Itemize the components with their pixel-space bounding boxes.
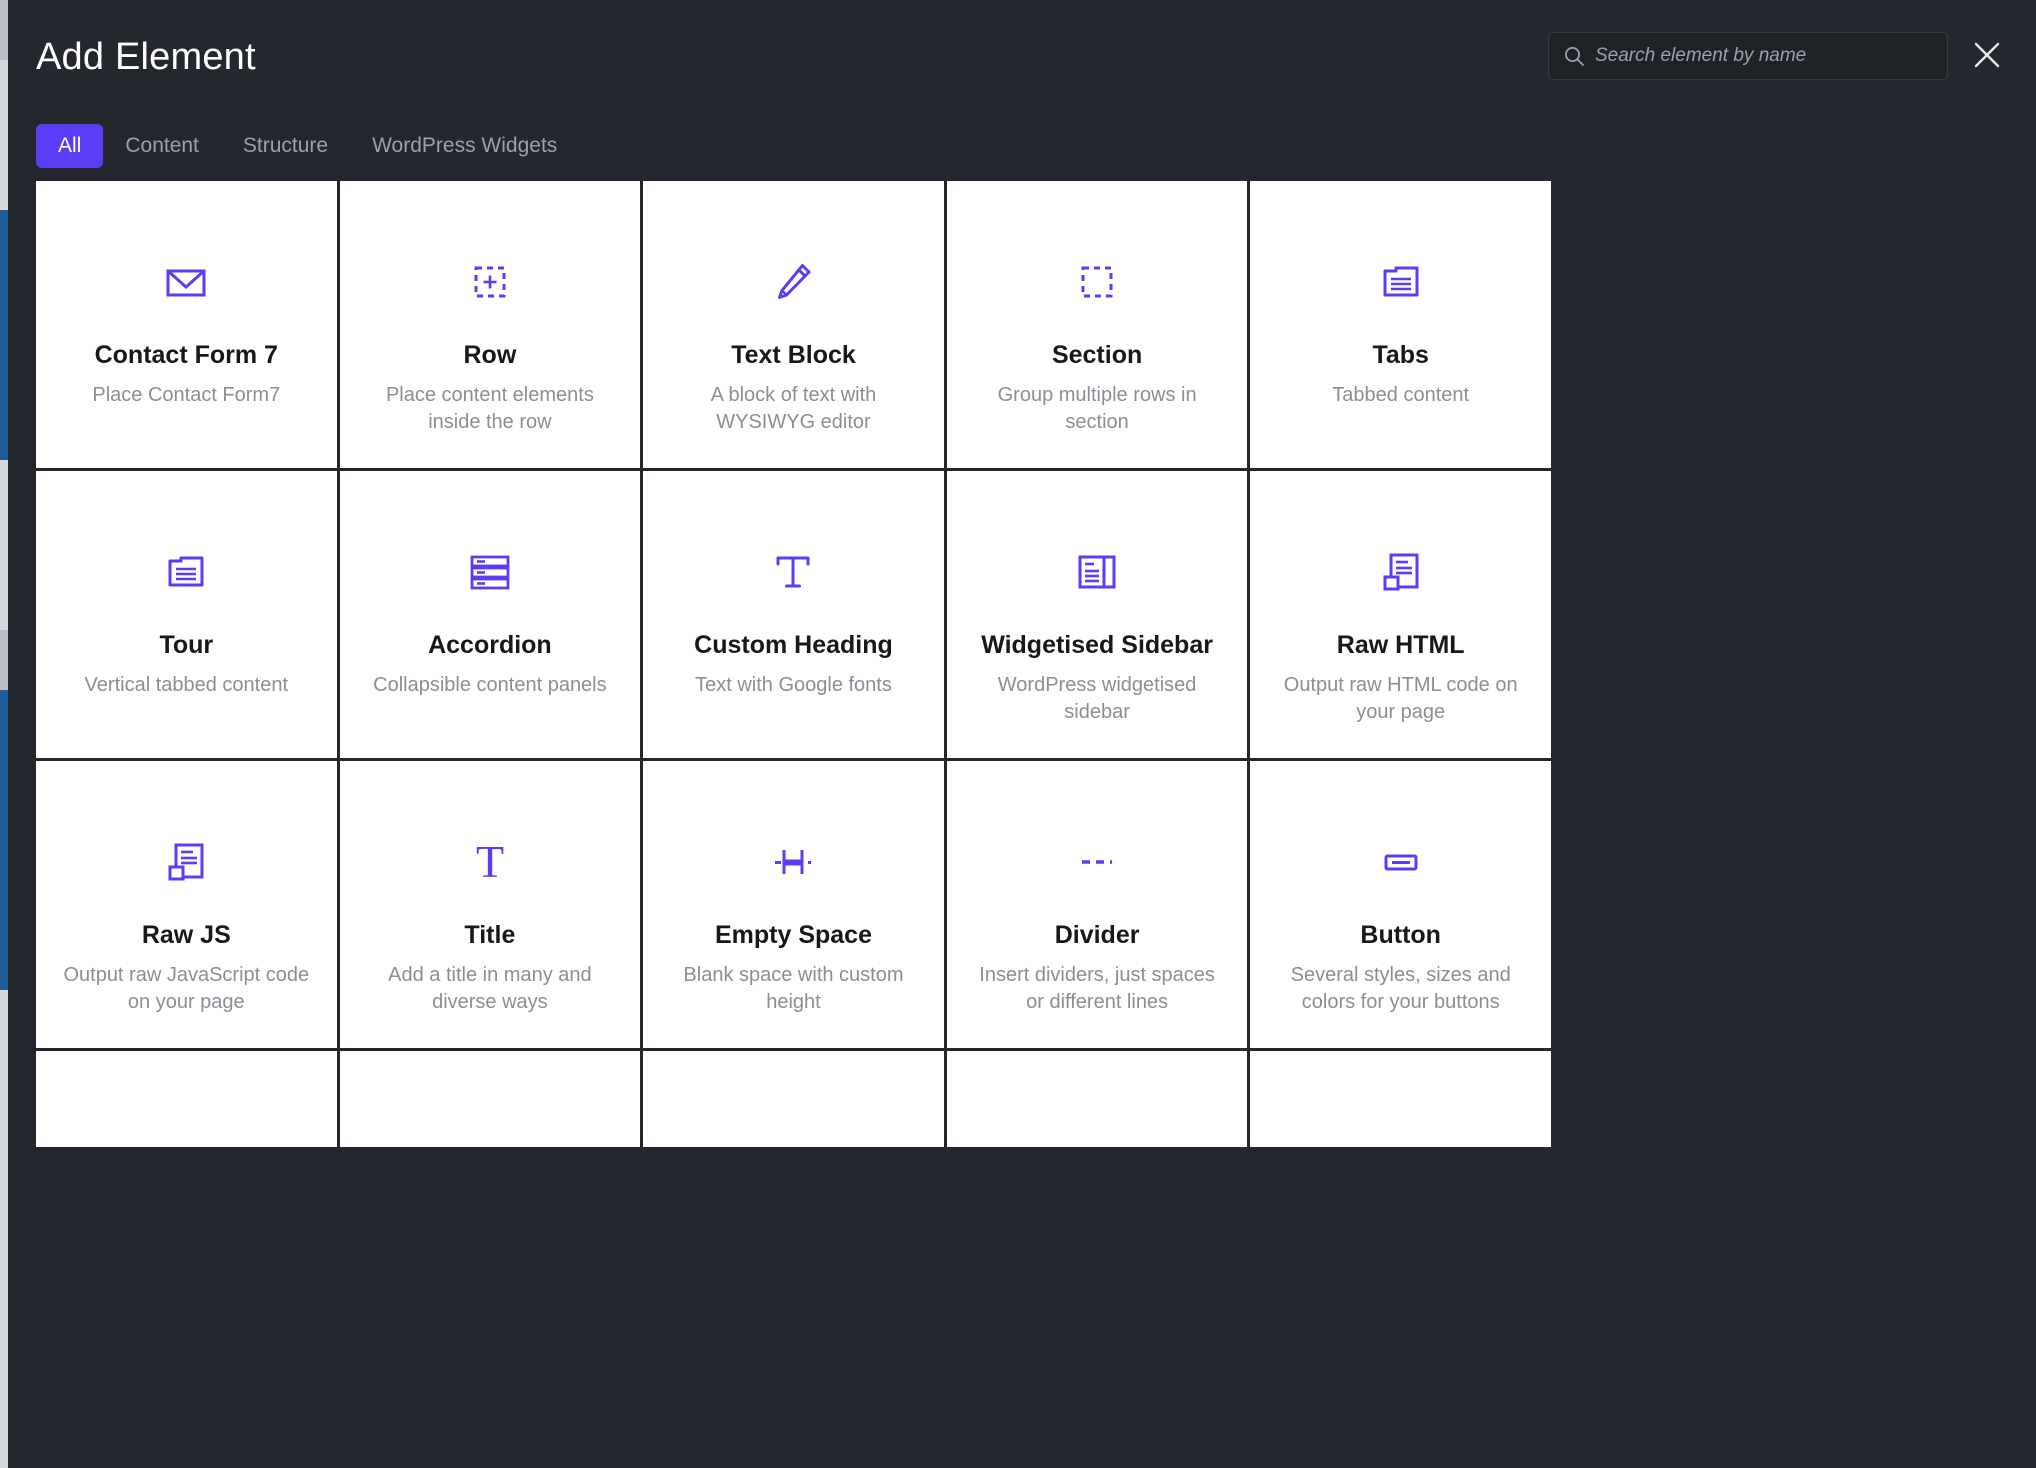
element-card-raw-js[interactable]: Raw JS Output raw JavaScript code on you… [36,761,337,1048]
search-field-wrapper[interactable] [1548,32,1948,80]
close-icon [1972,40,2002,70]
add-element-modal-screen: Add Element Search element by name All C… [0,0,2036,1468]
element-card-desc: Text with Google fonts [695,673,892,696]
serif-t-outline-icon [764,543,822,601]
element-card-desc: A block of text with WYSIWYG editor [710,383,877,433]
category-tabs: All Content Structure WordPress Widgets [36,124,579,168]
element-card-divider[interactable]: Divider Insert dividers, just spaces or … [946,761,1248,1048]
element-card-custom-heading[interactable]: Custom Heading Text with Google fonts [643,471,944,758]
tab-structure[interactable]: Structure [221,124,350,168]
button-icon [1372,833,1430,891]
element-card-tabs[interactable]: Tabs Tabbed content [1250,181,1551,468]
close-button[interactable] [1962,30,2012,80]
sliver-segment [0,630,8,690]
search-input[interactable] [1595,45,1933,67]
element-card-title: Custom Heading [694,631,893,659]
element-card-title: Tour [159,631,214,659]
element-card-tour[interactable]: Tour Vertical tabbed content [36,471,337,758]
element-card-title: Divider [1054,921,1140,949]
element-card-desc: Add a title in many and diverse ways [388,963,592,1013]
element-card-empty-space[interactable]: Empty Space Blank space with custom heig… [643,761,944,1048]
code-page-icon [157,833,215,891]
element-card-desc: Vertical tabbed content [84,673,289,696]
element-card-desc: Output raw JavaScript code on your page [63,963,310,1013]
element-card-partial[interactable] [339,1051,641,1147]
element-card-title: Empty Space [714,921,872,949]
element-card-desc: Group multiple rows in section [997,383,1197,433]
element-card-desc: Blank space with custom height [683,963,904,1013]
tabs-icon [157,543,215,601]
tabs-icon [1372,253,1430,311]
tab-wordpress-widgets[interactable]: WordPress Widgets [350,124,579,168]
sliver-segment [0,0,8,60]
modal-header: Add Element [8,0,2036,118]
dashed-square-plus-icon [461,253,519,311]
element-card-title: Text Block [731,341,856,369]
envelope-icon [157,253,215,311]
element-card-desc: Tabbed content [1332,383,1470,406]
element-card-partial[interactable] [36,1051,337,1147]
element-card-row[interactable]: Row Place content elements inside the ro… [339,181,641,468]
sliver-segment [0,990,8,1468]
element-card-desc: Collapsible content panels [373,673,607,696]
element-card-title-element[interactable]: T Title Add a title in many and diverse … [339,761,641,1048]
element-card-title: Title [464,921,516,949]
element-card-title: Widgetised Sidebar [981,631,1213,659]
sliver-segment [0,690,8,990]
element-card-title: Raw JS [141,921,231,949]
sliver-segment [0,210,8,460]
element-card-partial[interactable] [643,1051,944,1147]
sliver-segment [0,460,8,630]
search-icon [1563,45,1585,67]
code-page-icon [1372,543,1430,601]
element-card-text-block[interactable]: Text Block A block of text with WYSIWYG … [643,181,944,468]
elements-grid-container: Contact Form 7 Place Contact Form7 Row P… [36,181,1551,1464]
accordion-icon [461,543,519,601]
element-card-title: Contact Form 7 [94,341,278,369]
empty-space-icon [764,833,822,891]
element-card-title: Tabs [1372,341,1429,369]
element-card-partial[interactable] [946,1051,1248,1147]
pencil-icon [764,253,822,311]
tab-all[interactable]: All [36,124,104,168]
sliver-segment [0,60,8,210]
tab-content[interactable]: Content [103,124,221,168]
element-card-contact-form-7[interactable]: Contact Form 7 Place Contact Form7 [36,181,337,468]
element-card-title: Accordion [428,631,552,659]
element-card-accordion[interactable]: Accordion Collapsible content panels [339,471,641,758]
element-card-desc: Insert dividers, just spaces or differen… [979,963,1215,1013]
dashed-square-icon [1068,253,1126,311]
dashed-line-icon [1068,833,1126,891]
element-card-desc: Place content elements inside the row [385,383,594,433]
element-card-partial[interactable] [1250,1051,1551,1147]
page-title: Add Element [36,36,256,78]
background-page-sliver [0,0,8,1468]
modal-panel: Add Element Search element by name All C… [8,0,2036,1468]
elements-grid: Contact Form 7 Place Contact Form7 Row P… [36,181,1551,1147]
element-card-title: Raw HTML [1336,631,1465,659]
element-card-title: Button [1360,921,1441,949]
element-card-title: Section [1051,341,1143,369]
sidebar-layout-icon [1068,543,1126,601]
element-card-raw-html[interactable]: Raw HTML Output raw HTML code on your pa… [1250,471,1551,758]
element-card-button[interactable]: Button Several styles, sizes and colors … [1250,761,1551,1048]
element-card-desc: Place Contact Form7 [92,383,281,406]
element-card-desc: Several styles, sizes and colors for you… [1290,963,1511,1013]
element-card-title: Row [463,341,517,369]
element-card-desc: Output raw HTML code on your page [1283,673,1518,723]
element-card-desc: WordPress widgetised sidebar [997,673,1197,723]
element-card-widgetised-sidebar[interactable]: Widgetised Sidebar WordPress widgetised … [946,471,1248,758]
svg-text:T: T [476,836,504,887]
element-card-section[interactable]: Section Group multiple rows in section [946,181,1248,468]
serif-t-icon: T [461,833,519,891]
